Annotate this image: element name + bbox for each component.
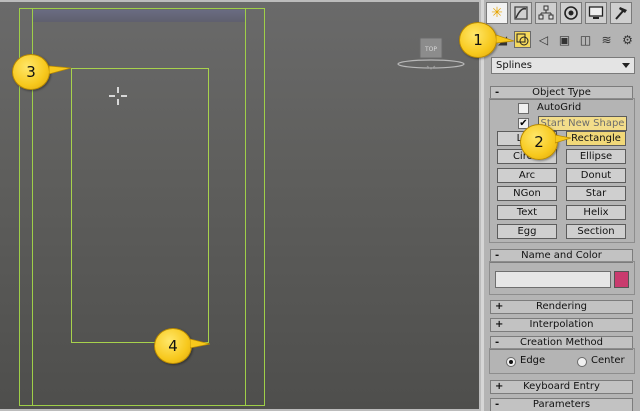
arc-button[interactable]: Arc: [497, 168, 557, 183]
center-label: Center: [591, 355, 625, 366]
modify-icon: [514, 6, 528, 20]
lights-subtab[interactable]: ◁: [535, 31, 552, 48]
rectangle-button-label: Rectangle: [571, 133, 621, 144]
start-new-shape-label: Start New Shape: [540, 118, 625, 129]
parameters-rollout-header[interactable]: - Parameters: [490, 398, 633, 411]
name-and-color-title: Name and Color: [521, 250, 602, 261]
donut-button[interactable]: Donut: [566, 168, 626, 183]
section-button[interactable]: Section: [566, 224, 626, 239]
star-button[interactable]: Star: [566, 186, 626, 201]
callout-1: 1: [459, 22, 497, 58]
rendering-title: Rendering: [535, 301, 588, 312]
parameters-title: Parameters: [532, 399, 591, 410]
edge-label: Edge: [520, 355, 546, 366]
spacewarps-icon: ≋: [601, 32, 612, 47]
collapse-icon: -: [495, 399, 500, 410]
display-icon: [588, 6, 604, 19]
ellipse-button-label: Ellipse: [579, 151, 613, 162]
interpolation-rollout-header[interactable]: + Interpolation: [490, 318, 633, 332]
object-name-field[interactable]: [495, 271, 611, 288]
callout-1-number: 1: [473, 31, 483, 49]
cameras-icon: ▣: [558, 32, 571, 47]
utilities-tab[interactable]: [610, 2, 632, 24]
donut-button-label: Donut: [580, 170, 612, 181]
expand-icon: +: [495, 301, 504, 312]
rectangle-button[interactable]: Rectangle: [566, 131, 626, 146]
helix-button[interactable]: Helix: [566, 205, 626, 220]
ngon-button[interactable]: NGon: [497, 186, 557, 201]
keyboard-entry-rollout-header[interactable]: + Keyboard Entry: [490, 380, 633, 394]
star-button-label: Star: [585, 188, 607, 199]
hierarchy-icon: [538, 5, 554, 20]
shapes-subtab[interactable]: [514, 31, 531, 48]
motion-icon: [564, 6, 578, 20]
cameras-subtab[interactable]: ▣: [556, 31, 573, 48]
autogrid-checkbox[interactable]: [518, 103, 529, 114]
callout-4-number: 4: [168, 337, 178, 355]
helpers-subtab[interactable]: ◫: [577, 31, 594, 48]
object-color-swatch[interactable]: [614, 271, 629, 288]
helpers-icon: ◫: [579, 32, 592, 47]
spacewarps-subtab[interactable]: ≋: [598, 31, 615, 48]
modify-tab[interactable]: [510, 2, 532, 24]
section-button-label: Section: [577, 226, 615, 237]
ellipse-button[interactable]: Ellipse: [566, 149, 626, 164]
rendering-rollout-header[interactable]: + Rendering: [490, 300, 633, 314]
chevron-down-icon: [622, 63, 630, 68]
arc-button-label: Arc: [518, 170, 536, 181]
hammer-icon: [615, 7, 627, 20]
creation-method-title: Creation Method: [520, 337, 603, 348]
create-tab[interactable]: ✳: [486, 2, 508, 24]
keyboard-entry-title: Keyboard Entry: [523, 381, 600, 392]
helix-button-label: Helix: [583, 207, 609, 218]
text-button-label: Text: [516, 207, 538, 218]
interpolation-title: Interpolation: [529, 319, 594, 330]
motion-tab[interactable]: [560, 2, 582, 24]
viewport-top[interactable]: TOP: [0, 0, 481, 411]
expand-icon: +: [495, 319, 504, 330]
viewport-border: [0, 0, 481, 411]
callout-4-pointer: [190, 338, 210, 349]
create-icon: ✳: [491, 5, 503, 21]
category-dropdown-value: Splines: [496, 60, 532, 71]
object-type-title: Object Type: [532, 87, 591, 98]
expand-icon: +: [495, 381, 504, 392]
display-tab[interactable]: [585, 2, 607, 24]
callout-2: 2: [520, 124, 558, 160]
callout-3: 3: [12, 54, 50, 90]
lights-icon: ◁: [538, 32, 549, 47]
callout-2-number: 2: [534, 133, 544, 151]
callout-1-pointer: [496, 34, 514, 44]
systems-icon: ⚙: [622, 32, 633, 47]
ngon-button-label: NGon: [513, 188, 541, 199]
text-button[interactable]: Text: [497, 205, 557, 220]
hierarchy-tab[interactable]: [535, 2, 557, 24]
systems-subtab[interactable]: ⚙: [619, 31, 636, 48]
autogrid-label: AutoGrid: [537, 102, 582, 113]
callout-2-pointer: [555, 134, 571, 144]
center-radio[interactable]: [577, 357, 587, 367]
edge-radio[interactable]: [506, 357, 516, 367]
egg-button[interactable]: Egg: [497, 224, 557, 239]
category-dropdown[interactable]: Splines: [491, 57, 635, 74]
callout-3-pointer: [49, 65, 71, 75]
egg-button-label: Egg: [517, 226, 537, 237]
callout-3-number: 3: [26, 63, 36, 81]
callout-4: 4: [154, 328, 192, 364]
shapes-icon: [516, 33, 529, 46]
